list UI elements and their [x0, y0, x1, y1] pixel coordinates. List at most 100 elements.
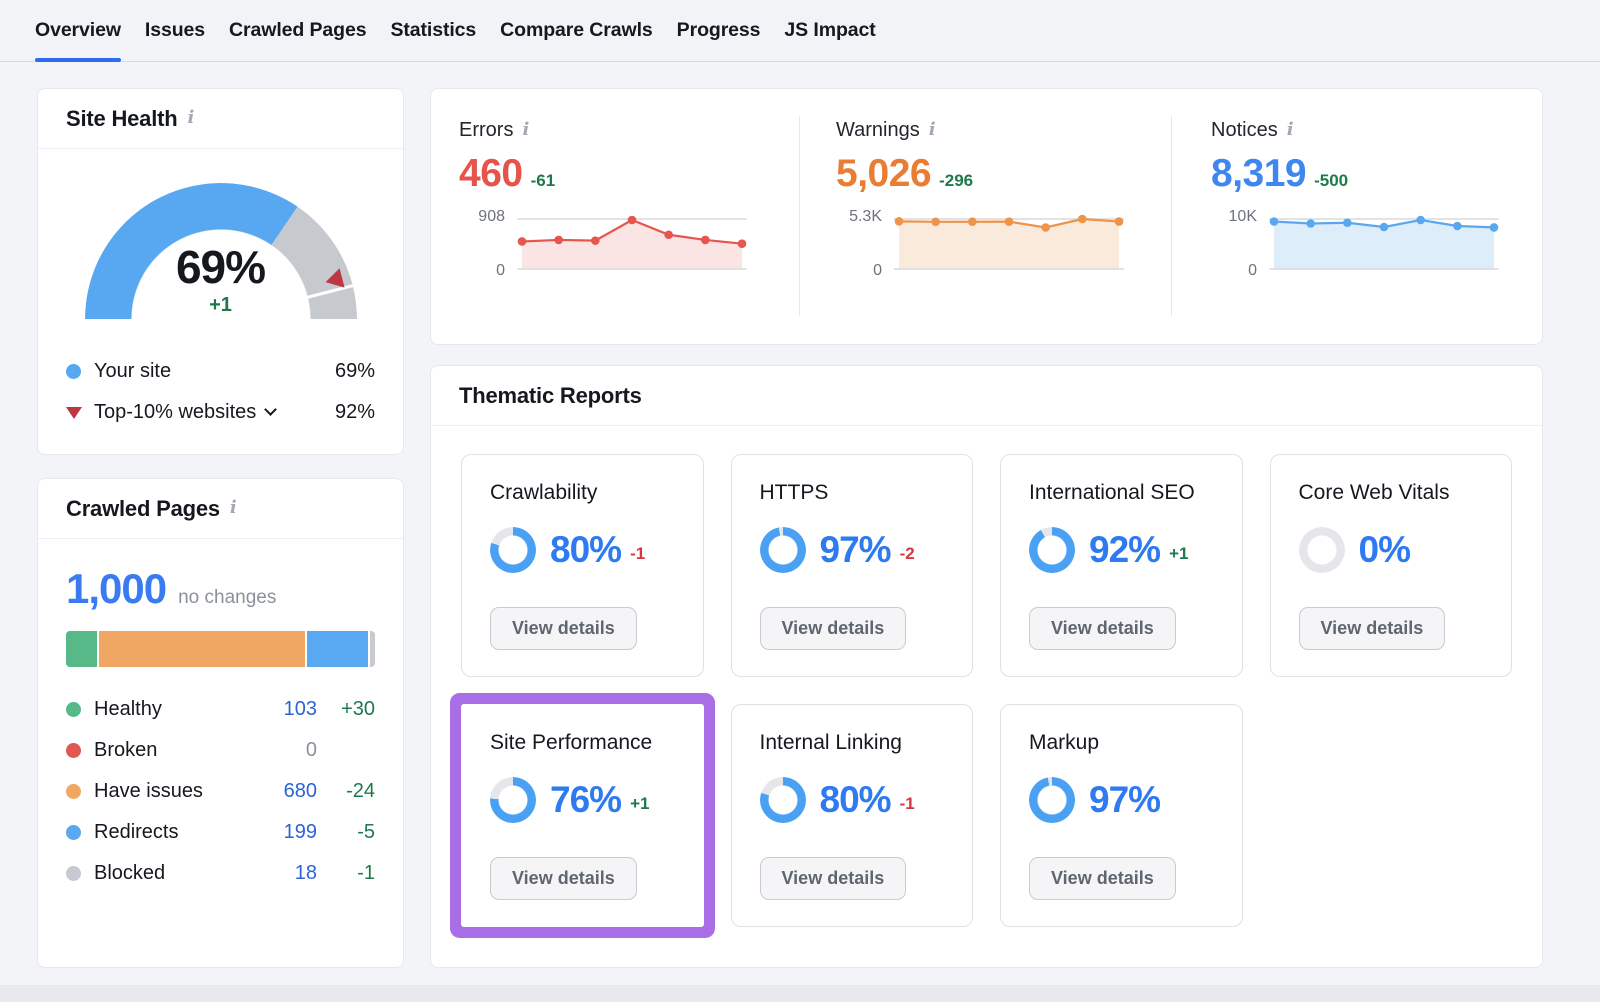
score-donut: [760, 527, 806, 573]
notices-change: -500: [1314, 171, 1348, 191]
view-details-button[interactable]: View details: [1029, 857, 1176, 900]
site-health-header: Site Health i: [38, 89, 403, 149]
legend-row-redirects: Redirects 199 -5: [66, 812, 375, 853]
report-title: Site Performance: [490, 731, 675, 755]
legend-change: +30: [317, 698, 375, 721]
legend-value[interactable]: 199: [257, 821, 317, 844]
thematic-card-core-web-vitals: Core Web Vitals 0% View details: [1270, 454, 1513, 677]
report-score: 76%: [550, 779, 621, 821]
crawled-stacked-bar: [66, 631, 375, 667]
info-icon[interactable]: i: [1287, 119, 1294, 140]
info-icon[interactable]: i: [929, 119, 936, 140]
report-title: Crawlability: [490, 481, 675, 505]
view-details-button[interactable]: View details: [490, 857, 637, 900]
thematic-card-internal-linking: Internal Linking 80% -1 View details: [731, 704, 974, 927]
y-axis-min: 0: [1211, 262, 1257, 280]
report-change: -1: [630, 544, 645, 564]
legend-label: Top-10% websites: [94, 401, 256, 424]
report-score: 80%: [820, 779, 891, 821]
info-icon[interactable]: i: [188, 107, 195, 128]
bar-segment-blocked[interactable]: [370, 631, 375, 667]
thematic-card-https: HTTPS 97% -2 View details: [731, 454, 974, 677]
thematic-reports-title: Thematic Reports: [459, 383, 642, 409]
warnings-chart: [894, 214, 1124, 274]
tab-progress[interactable]: Progress: [677, 0, 761, 61]
chevron-down-icon[interactable]: [264, 403, 277, 416]
site-health-title: Site Health: [66, 106, 178, 132]
legend-change: -5: [317, 821, 375, 844]
info-icon[interactable]: i: [230, 497, 237, 518]
report-title: HTTPS: [760, 481, 945, 505]
legend-value[interactable]: 103: [257, 698, 317, 721]
score-donut: [1299, 527, 1345, 573]
notices-chart: [1269, 214, 1499, 274]
report-change: +1: [1169, 544, 1188, 564]
site-health-score: 69%: [85, 244, 357, 290]
score-donut: [1029, 777, 1075, 823]
errors-sparkline: 908 0: [459, 214, 769, 276]
bottom-scroll-strip: [0, 985, 1600, 1002]
tab-statistics[interactable]: Statistics: [390, 0, 476, 61]
legend-label: Your site: [94, 360, 171, 383]
errors-section: Errors i 460 -61 908 0: [459, 119, 769, 276]
score-donut: [490, 527, 536, 573]
bar-segment-redirects[interactable]: [307, 631, 367, 667]
bar-segment-have-issues[interactable]: [99, 631, 305, 667]
thematic-reports-card: Thematic Reports Crawlability 80% -1 Vie…: [430, 365, 1543, 968]
y-axis-max: 908: [459, 208, 505, 226]
legend-change: -24: [317, 780, 375, 803]
view-details-button[interactable]: View details: [490, 607, 637, 650]
tab-crawled-pages[interactable]: Crawled Pages: [229, 0, 366, 61]
legend-label: Redirects: [94, 821, 178, 844]
legend-row-broken: Broken 0: [66, 730, 375, 771]
view-details-button[interactable]: View details: [1029, 607, 1176, 650]
bar-segment-healthy[interactable]: [66, 631, 97, 667]
legend-value[interactable]: 18: [257, 862, 317, 885]
warnings-change: -296: [939, 171, 973, 191]
site-health-gauge: 69% +1: [85, 183, 357, 331]
legend-row-healthy: Healthy 103 +30: [66, 689, 375, 730]
thematic-card-markup: Markup 97% View details: [1000, 704, 1243, 927]
gray-dot-icon: [66, 866, 81, 881]
legend-label: Blocked: [94, 862, 165, 885]
crawled-total-note: no changes: [178, 587, 276, 609]
errors-change: -61: [531, 171, 556, 191]
legend-value[interactable]: 680: [257, 780, 317, 803]
crawled-pages-card: Crawled Pages i 1,000 no changes Healthy…: [37, 478, 404, 968]
info-icon[interactable]: i: [522, 119, 529, 140]
legend-label: Have issues: [94, 780, 203, 803]
tab-compare-crawls[interactable]: Compare Crawls: [500, 0, 653, 61]
score-donut: [760, 777, 806, 823]
legend-value: 0: [257, 739, 317, 762]
warnings-label: Warnings: [836, 119, 920, 142]
report-title: Markup: [1029, 731, 1214, 755]
y-axis-max: 5.3K: [836, 208, 882, 226]
legend-label: Broken: [94, 739, 157, 762]
tab-overview[interactable]: Overview: [35, 0, 121, 61]
report-title: Core Web Vitals: [1299, 481, 1484, 505]
thematic-card-international-seo: International SEO 92% +1 View details: [1000, 454, 1243, 677]
crawled-legend: Healthy 103 +30 Broken 0 Have issues 680…: [66, 689, 375, 894]
legend-value: 69%: [335, 360, 375, 383]
report-score: 0%: [1359, 529, 1410, 571]
site-health-change: +1: [85, 294, 357, 317]
thematic-grid: Crawlability 80% -1 View details HTTPS 9…: [431, 426, 1542, 955]
view-details-button[interactable]: View details: [760, 607, 907, 650]
tab-issues[interactable]: Issues: [145, 0, 205, 61]
notices-label: Notices: [1211, 119, 1278, 142]
site-health-legend: Your site 69% Top-10% websites 92%: [66, 351, 375, 433]
report-change: -2: [900, 544, 915, 564]
notices-sparkline: 10K 0: [1211, 214, 1521, 276]
tab-js-impact[interactable]: JS Impact: [784, 0, 875, 61]
legend-row-top10-websites[interactable]: Top-10% websites 92%: [66, 392, 375, 433]
view-details-button[interactable]: View details: [1299, 607, 1446, 650]
crawled-pages-header: Crawled Pages i: [38, 479, 403, 539]
legend-label: Healthy: [94, 698, 162, 721]
errors-label: Errors: [459, 119, 513, 142]
view-details-button[interactable]: View details: [760, 857, 907, 900]
orange-dot-icon: [66, 784, 81, 799]
errors-value: 460: [459, 152, 523, 196]
thematic-reports-header: Thematic Reports: [431, 366, 1542, 426]
legend-row-have-issues: Have issues 680 -24: [66, 771, 375, 812]
thematic-card-site-performance-highlighted: Site Performance 76% +1 View details: [461, 704, 704, 927]
